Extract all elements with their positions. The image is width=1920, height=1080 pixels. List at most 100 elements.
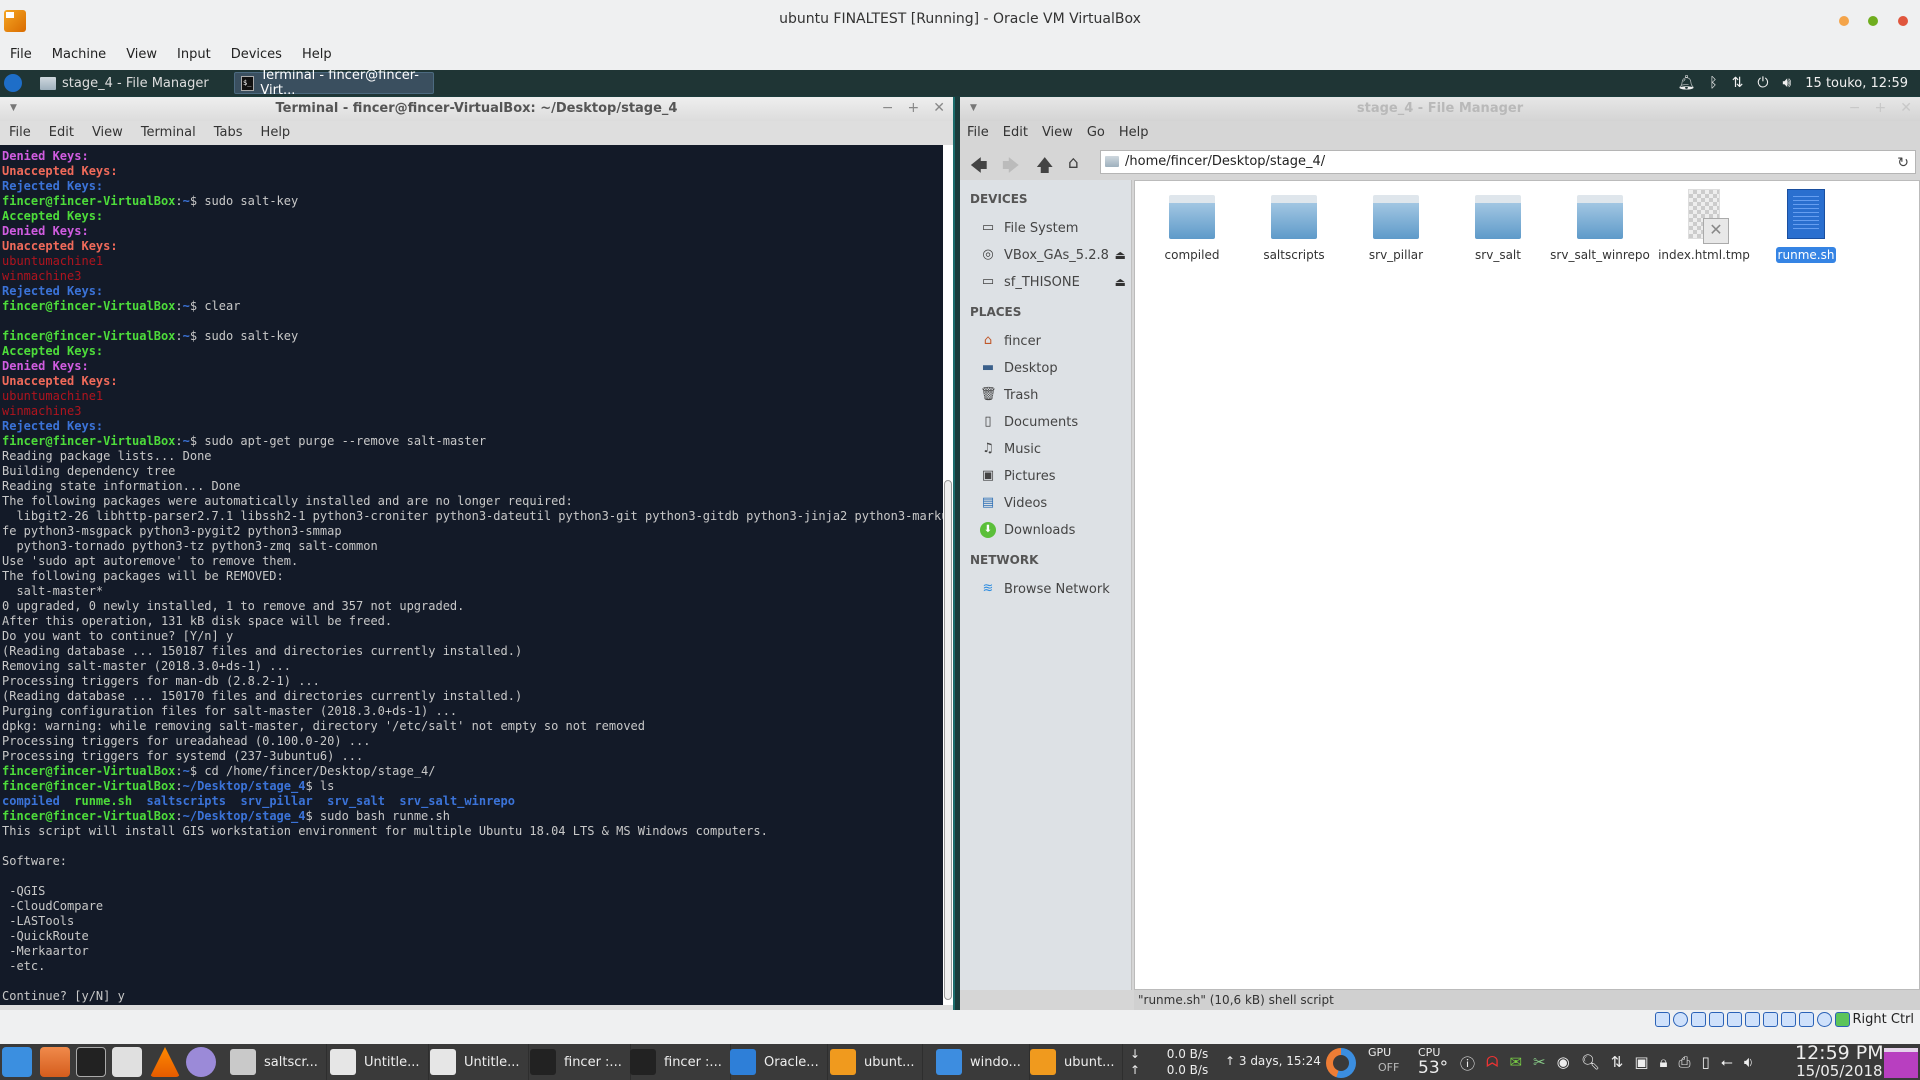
file-view[interactable]: compiled saltscripts srv_pillar srv_salt srv…	[1134, 180, 1920, 990]
forward-arrow-icon[interactable]: 🡆	[1002, 153, 1020, 182]
panel-datetime[interactable]: 15 touko, 12:59	[1805, 76, 1908, 91]
show-desktop-button[interactable]	[1884, 1048, 1918, 1078]
file-item[interactable]: compiled	[1143, 189, 1241, 263]
eject-icon[interactable]: ⏏	[1115, 275, 1126, 289]
file-manager-titlebar[interactable]: ▼ stage_4 - File Manager − + ✕	[960, 97, 1920, 121]
host-menu-input[interactable]: Input	[167, 44, 221, 68]
whisker-menu-icon[interactable]	[4, 74, 22, 92]
file-item[interactable]: srv_pillar	[1347, 189, 1445, 263]
sidebar-item-fincer[interactable]: ⌂ fincer	[980, 333, 1128, 349]
terminal-titlebar[interactable]: ▼ Terminal - fincer@fincer-VirtualBox: ~…	[0, 97, 953, 121]
minimize-icon[interactable]: −	[882, 100, 894, 116]
sidebar-item-trash[interactable]: 🗑︎ Trash	[980, 387, 1128, 403]
disc-icon[interactable]: ◉	[1557, 1053, 1570, 1074]
screen-icon[interactable]: ▣	[1634, 1053, 1648, 1074]
audio-status-icon[interactable]	[1690, 1012, 1706, 1027]
host-menu-help[interactable]: Help	[292, 44, 342, 68]
hard-disk-status-icon[interactable]	[1654, 1012, 1670, 1027]
shared-folders-status-icon[interactable]	[1744, 1012, 1760, 1027]
vlc-icon[interactable]	[150, 1047, 180, 1077]
host-menu-view[interactable]: View	[116, 44, 167, 68]
taskbar-item[interactable]: Untitle...	[322, 1044, 429, 1080]
lock-icon[interactable]: 🔒︎	[1660, 1053, 1668, 1074]
host-menu-file[interactable]: File	[0, 44, 42, 68]
display-status-icon[interactable]	[1762, 1012, 1778, 1027]
sidebar-item-pictures[interactable]: ▣ Pictures	[980, 468, 1128, 484]
bell-icon[interactable]: 🔔︎	[1677, 75, 1695, 91]
search-icon[interactable]: 🔍︎	[1581, 1053, 1600, 1074]
terminal-scrollbar[interactable]	[943, 145, 953, 1005]
reload-icon[interactable]: ↻	[1897, 152, 1909, 174]
taskbar-item[interactable]: Oracle...	[722, 1044, 828, 1080]
terminal-output[interactable]: Denied Keys: Unaccepted Keys: Rejected Key…	[0, 145, 943, 1005]
cpu-indicator[interactable]: CPU 53°	[1418, 1046, 1448, 1078]
terminal-menu-tabs[interactable]: Tabs	[205, 121, 252, 145]
volume-icon[interactable]: 🔊︎	[1782, 75, 1791, 91]
sidebar-item-documents[interactable]: ▯ Documents	[980, 414, 1128, 430]
back-arrow-icon[interactable]: 🡄	[970, 153, 988, 182]
sidebar-item-file-system[interactable]: ▭ File System	[980, 220, 1128, 236]
file-item[interactable]: index.html.tmp	[1655, 189, 1753, 263]
terminal-menu-file[interactable]: File	[0, 121, 40, 145]
minimize-icon[interactable]: −	[1849, 100, 1861, 116]
usb-status-icon[interactable]	[1726, 1012, 1742, 1027]
terminal-menu-view[interactable]: View	[83, 121, 132, 145]
scrollbar-thumb[interactable]	[944, 480, 952, 1000]
fm-menu-file[interactable]: File	[960, 121, 996, 145]
terminal-menu-terminal[interactable]: Terminal	[132, 121, 205, 145]
taskbar-item[interactable]: ubunt...	[1022, 1044, 1124, 1080]
sidebar-item-vbox-gas-5-2-8[interactable]: ◎ VBox_GAs_5.2.8 ⏏	[980, 247, 1128, 263]
gpu-indicator[interactable]: GPU OFF	[1368, 1046, 1399, 1074]
sidebar-item-music[interactable]: ♫ Music	[980, 441, 1128, 457]
eject-icon[interactable]: ⏏	[1115, 248, 1126, 262]
file-item[interactable]: srv_salt_winrepo	[1550, 189, 1650, 263]
terminal-menu-help[interactable]: Help	[252, 121, 300, 145]
taskbar-item[interactable]: Untitle...	[422, 1044, 529, 1080]
file-item[interactable]: srv_salt	[1449, 189, 1547, 263]
host-menu-machine[interactable]: Machine	[42, 44, 116, 68]
sidebar-item-desktop[interactable]: ▬ Desktop	[980, 360, 1128, 376]
up-arrow-icon[interactable]: 🡅	[1036, 153, 1053, 182]
task-file-manager[interactable]: stage_4 - File Manager	[34, 72, 215, 94]
taskbar-item[interactable]: fincer :...	[622, 1044, 731, 1080]
printer-icon[interactable]: ⎙	[1679, 1053, 1691, 1074]
taskbar-item[interactable]: windo...	[928, 1044, 1030, 1080]
video-capture-status-icon[interactable]	[1780, 1012, 1796, 1027]
taskbar-item[interactable]: fincer :...	[522, 1044, 631, 1080]
pidgin-icon[interactable]	[186, 1047, 216, 1077]
optical-drive-status-icon[interactable]	[1672, 1012, 1688, 1027]
network-status-icon[interactable]	[1708, 1012, 1724, 1027]
text-editor-icon[interactable]	[112, 1047, 142, 1077]
taskbar-item[interactable]: ubunt...	[822, 1044, 924, 1080]
scissors-icon[interactable]: ✂	[1533, 1053, 1546, 1074]
sidebar-item-sf-thisone[interactable]: ▭ sf_THISONE ⏏	[980, 274, 1128, 290]
ghost-icon[interactable]: ᗣ	[1486, 1053, 1498, 1074]
terminal-menu-edit[interactable]: Edit	[40, 121, 83, 145]
mouse-integration-status-icon[interactable]	[1816, 1012, 1832, 1027]
host-menu-devices[interactable]: Devices	[221, 44, 292, 68]
clock[interactable]: 12:59 PM 15/05/2018	[1795, 1044, 1884, 1080]
close-button[interactable]	[1898, 16, 1908, 26]
usb-icon[interactable]: ⭠	[1721, 1053, 1733, 1074]
task-terminal[interactable]: $_ Terminal - fincer@fincer-Virt...	[234, 70, 434, 98]
network-updown-icon[interactable]: ⇅	[1611, 1053, 1624, 1074]
volume-icon[interactable]: 🔉︎	[1744, 1053, 1753, 1074]
close-icon[interactable]: ✕	[933, 100, 945, 116]
cpu-usage-ring-icon[interactable]	[1326, 1048, 1356, 1078]
taskbar-item[interactable]: saltscr...	[222, 1044, 327, 1080]
maximize-icon[interactable]: +	[1875, 100, 1887, 116]
files-icon[interactable]	[40, 1047, 70, 1077]
terminal-icon[interactable]	[76, 1047, 106, 1077]
power-icon[interactable]: ⏻	[1757, 75, 1768, 91]
file-item[interactable]: saltscripts	[1245, 189, 1343, 263]
mail-icon[interactable]: ✉	[1509, 1053, 1522, 1074]
fm-menu-help[interactable]: Help	[1112, 121, 1156, 145]
fm-menu-view[interactable]: View	[1035, 121, 1080, 145]
minimize-button[interactable]	[1839, 16, 1849, 26]
bluetooth-icon[interactable]: ᛒ	[1709, 75, 1717, 91]
maximize-button[interactable]	[1868, 16, 1878, 26]
fm-menu-go[interactable]: Go	[1080, 121, 1112, 145]
close-icon[interactable]: ✕	[1900, 100, 1912, 116]
location-bar[interactable]: /home/fincer/Desktop/stage_4/ ↻	[1100, 150, 1916, 174]
file-item[interactable]: runme.sh	[1757, 189, 1855, 263]
